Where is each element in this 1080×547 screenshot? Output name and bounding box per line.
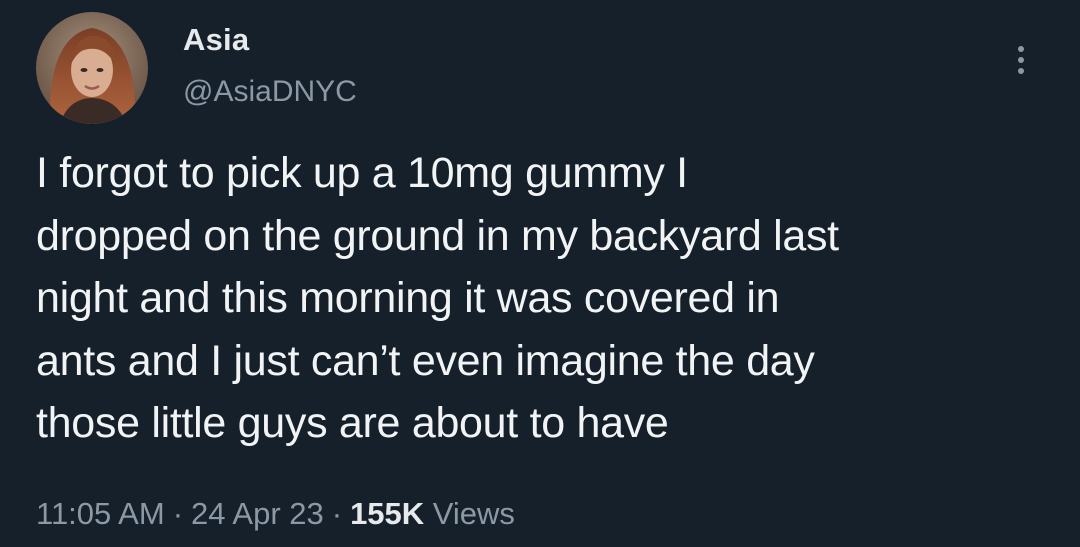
more-options-icon-dot: [1018, 68, 1024, 74]
more-options-icon: [1018, 46, 1024, 52]
tweet-text-line: night and this morning it was covered in: [36, 274, 780, 322]
more-options-button[interactable]: [1006, 38, 1036, 82]
tweet-text: I forgot to pick up a 10mg gummy I dropp…: [36, 142, 1066, 455]
tweet-time[interactable]: 11:05 AM: [36, 496, 165, 531]
more-options-icon-dot: [1018, 57, 1024, 63]
user-handle[interactable]: @AsiaDNYC: [183, 74, 357, 110]
tweet-text-line: dropped on the ground in my backyard las…: [36, 211, 839, 260]
avatar[interactable]: [36, 12, 148, 124]
tweet-date[interactable]: 24 Apr 23: [191, 496, 324, 531]
tweet-card: Asia @AsiaDNYC I forgot to pick up a 10m…: [0, 0, 1080, 547]
tweet-meta: 11:05 AM · 24 Apr 23 · 155K Views: [36, 494, 515, 534]
avatar-photo-icon: [36, 12, 148, 124]
meta-separator: ·: [172, 496, 184, 531]
views-label[interactable]: Views: [433, 496, 515, 531]
views-count[interactable]: 155K: [350, 496, 424, 531]
tweet-text-line: those little guys are about to have: [36, 399, 669, 447]
tweet-text-line: I forgot to pick up a 10mg gummy I: [36, 149, 688, 197]
display-name[interactable]: Asia: [183, 22, 249, 58]
meta-separator: ·: [331, 496, 343, 531]
tweet-text-line: ants and I just can’t even imagine the d…: [36, 336, 815, 385]
